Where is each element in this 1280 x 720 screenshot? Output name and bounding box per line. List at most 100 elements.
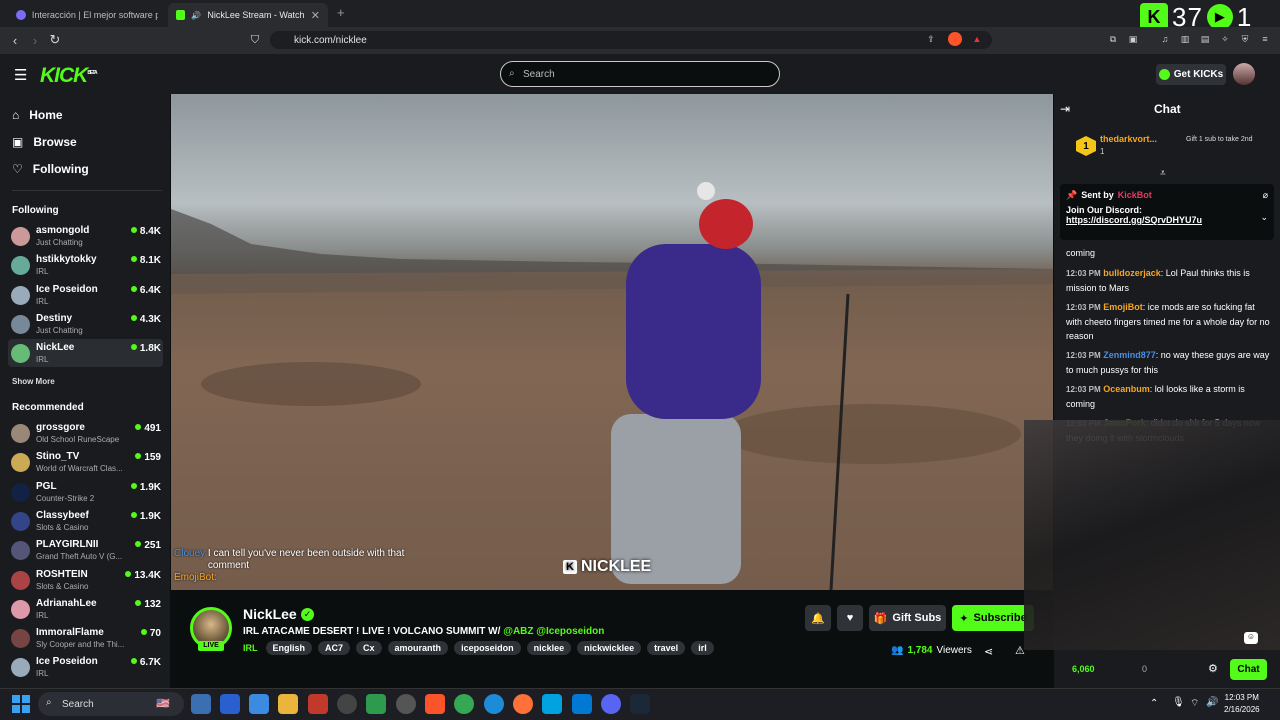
sidebar-channel[interactable]: PGL Counter-Strike 2 1.9K — [8, 478, 163, 506]
stream-tag[interactable]: iceposeidon — [454, 641, 521, 655]
brave-rewards-icon[interactable]: ▲ — [970, 32, 984, 46]
send-chat-button[interactable]: Chat — [1230, 659, 1267, 680]
forward-icon[interactable]: › — [26, 31, 44, 49]
sidebar-channel[interactable]: grossgore Old School RuneScape 491 — [8, 419, 163, 447]
volume-icon[interactable]: 🔊 — [1206, 697, 1218, 708]
sidebar-channel[interactable]: Ice Poseidon IRL 6.4K — [8, 281, 163, 309]
stream-category[interactable]: IRL — [243, 643, 258, 653]
discord-icon[interactable] — [601, 694, 621, 714]
hamburger-menu-icon[interactable]: ☰ — [14, 66, 27, 84]
gift-sub-cta[interactable]: Gift 1 sub to take 2nd — [1186, 136, 1272, 143]
taskbar-search[interactable]: ⌕ Search 🇺🇸 — [38, 692, 184, 716]
taskbar-app-icon[interactable] — [191, 694, 211, 714]
show-more-link[interactable]: Show More — [12, 377, 55, 386]
chat-username[interactable]: bulldozerjack — [1103, 268, 1161, 278]
microphone-icon[interactable]: 🎙 — [1172, 697, 1185, 708]
gift-subs-button[interactable]: 🎁 Gift Subs — [869, 605, 946, 631]
stream-tag[interactable]: travel — [647, 641, 686, 655]
close-tab-icon[interactable]: ✕ — [311, 9, 320, 22]
steam-icon[interactable] — [630, 694, 650, 714]
taskbar-app-icon[interactable] — [396, 694, 416, 714]
pinned-link[interactable]: https://discord.gg/SQrvDHYU7u — [1066, 215, 1268, 225]
taskbar-app-icon[interactable] — [308, 694, 328, 714]
brave-icon[interactable] — [425, 694, 445, 714]
sidebar-channel[interactable]: AdrianahLee IRL 132 — [8, 595, 163, 623]
sidebar-item-following[interactable]: ♡ Following — [12, 159, 89, 179]
search-input[interactable]: ⌕ Search — [500, 61, 780, 87]
share-icon[interactable]: ⇪ — [924, 32, 938, 46]
sidebar-item-home[interactable]: ⌂ Home — [12, 105, 63, 125]
sidebar-channel[interactable]: NickLee IRL 1.8K — [8, 339, 163, 368]
media-icon[interactable]: ♫ — [1158, 32, 1172, 46]
sidebar-channel[interactable]: Classybeef Slots & Casino 1.9K — [8, 507, 163, 535]
windows-start-icon[interactable] — [12, 695, 30, 713]
chat-username[interactable]: EmojiBot — [1103, 302, 1143, 312]
sidebar-channel[interactable]: asmongold Just Chatting 8.4K — [8, 222, 163, 250]
sidebar-icon[interactable]: ▥ — [1178, 32, 1192, 46]
wallet-icon[interactable]: ▤ — [1198, 32, 1212, 46]
stream-tag[interactable]: irl — [691, 641, 714, 655]
stream-tag[interactable]: nicklee — [526, 641, 572, 655]
menu-icon[interactable]: ≡ — [1258, 32, 1272, 46]
vpn-icon[interactable]: ⛨ — [1238, 32, 1252, 46]
browser-tab-interaccion[interactable]: Interacción | El mejor software para... — [8, 3, 166, 27]
bookmark-icon[interactable]: ⛉ — [246, 31, 264, 49]
tray-chevron-icon[interactable]: ⌃ — [1150, 698, 1158, 709]
address-bar[interactable]: kick.com/nicklee — [270, 31, 992, 49]
stream-tag[interactable]: Cx — [356, 641, 382, 655]
video-player[interactable] — [171, 94, 1053, 590]
get-kicks-button[interactable]: Get KICKs — [1156, 64, 1226, 85]
chevron-down-icon[interactable]: ⌄ — [1260, 212, 1268, 223]
brave-shield-icon[interactable] — [948, 32, 962, 46]
sidebar-channel[interactable]: Destiny Just Chatting 4.3K — [8, 310, 163, 338]
sidebar-item-browse[interactable]: ▣ Browse — [12, 132, 77, 152]
back-icon[interactable]: ‹ — [6, 31, 24, 49]
taskbar-app-icon[interactable] — [249, 694, 269, 714]
chrome-icon[interactable] — [454, 694, 474, 714]
browser-tab-nicklee[interactable]: 🔊 NickLee Stream - Watch Live... ✕ — [168, 3, 328, 27]
vscode-icon[interactable] — [572, 694, 592, 714]
sidebar-channel[interactable]: ImmoralFlame Sly Cooper and the Thi... 70 — [8, 624, 163, 652]
share-icon[interactable]: ⋖ — [984, 645, 993, 658]
sidebar-channel[interactable]: Stino_TV World of Warcraft Clas... 159 — [8, 448, 163, 476]
taskbar-app-icon[interactable] — [337, 694, 357, 714]
unpin-icon[interactable]: ⌀ — [1263, 190, 1268, 201]
notification-bell-button[interactable]: 🔔 — [805, 605, 831, 631]
new-tab-button[interactable]: + — [337, 5, 345, 20]
wifi-icon[interactable]: ⌔ — [1190, 697, 1199, 710]
taskbar-app-icon[interactable] — [542, 694, 562, 714]
firefox-icon[interactable] — [513, 694, 533, 714]
kick-logo[interactable]: KICKBETA — [40, 64, 98, 88]
leader-name[interactable]: thedarkvort... — [1100, 134, 1157, 144]
stream-tag[interactable]: nickwicklee — [577, 641, 642, 655]
extensions-icon[interactable]: ⧉ — [1106, 32, 1120, 46]
screenshot-icon[interactable]: ▣ — [1126, 32, 1140, 46]
collapse-chat-icon[interactable]: ⇥ — [1060, 102, 1070, 116]
edge-icon[interactable] — [484, 694, 504, 714]
chat-username[interactable]: Zenmind877 — [1103, 350, 1156, 360]
user-avatar[interactable] — [1233, 63, 1255, 85]
file-explorer-icon[interactable] — [278, 694, 298, 714]
stream-tag[interactable]: English — [265, 641, 313, 655]
stream-tag[interactable]: amouranth — [387, 641, 449, 655]
follow-button[interactable]: ♥ — [837, 605, 863, 631]
stream-tag[interactable]: AC7 — [318, 641, 351, 655]
taskbar-clock[interactable]: 12:03 PM 2/16/2026 — [1224, 692, 1260, 716]
sidebar-channel[interactable]: hstikkytokky IRL 8.1K — [8, 251, 163, 279]
emote-icon[interactable]: ☺ — [1244, 632, 1258, 644]
reload-icon[interactable]: ↻ — [46, 31, 64, 49]
sidebar-channel[interactable]: Ice Poseidon IRL 6.7K — [8, 653, 163, 681]
stream-title-mentions[interactable]: @ABZ @Iceposeidon — [503, 626, 604, 637]
sidebar-channel[interactable]: PLAYGIRLNII Grand Theft Auto V (G... 251 — [8, 536, 163, 564]
subscribe-button[interactable]: ✦ Subscribe — [952, 605, 1034, 631]
channel-name: Classybeef — [36, 509, 89, 521]
expand-pinned-icon[interactable]: ⩡ — [1160, 168, 1166, 179]
leo-ai-icon[interactable]: ✧ — [1218, 32, 1232, 46]
streamer-name[interactable]: NickLee — [243, 606, 297, 622]
taskbar-app-icon[interactable] — [220, 694, 240, 714]
settings-icon[interactable]: ⚙ — [1208, 662, 1218, 675]
taskbar-app-icon[interactable] — [366, 694, 386, 714]
channel-points[interactable]: 6,060 — [1072, 664, 1095, 674]
sidebar-channel[interactable]: ROSHTEIN Slots & Casino 13.4K — [8, 566, 163, 594]
chat-username[interactable]: Oceanbum — [1103, 384, 1150, 394]
